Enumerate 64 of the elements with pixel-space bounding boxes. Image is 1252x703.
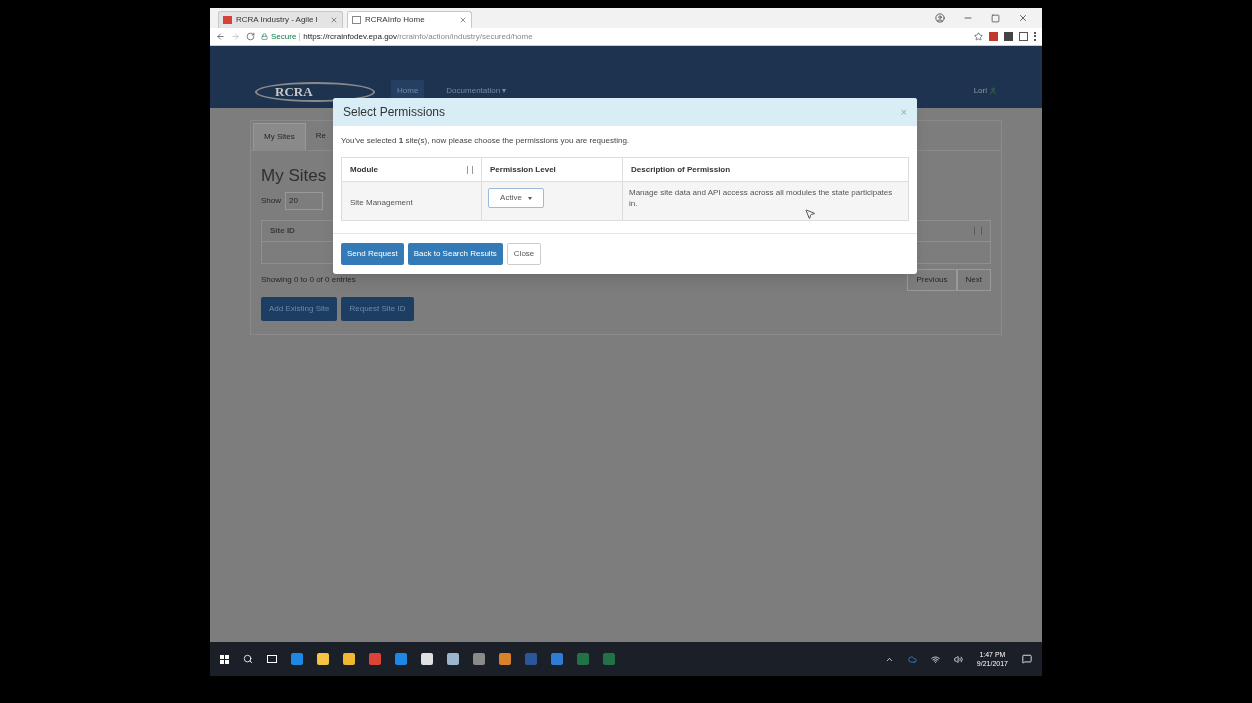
- notification-icon[interactable]: [1022, 654, 1032, 664]
- app-icon[interactable]: [291, 653, 303, 665]
- maximize-icon[interactable]: [991, 13, 1000, 23]
- speaker-icon[interactable]: [953, 654, 963, 664]
- dialog-message: You've selected 1 site(s), now please choose the permissions you are requesting.: [341, 135, 631, 147]
- dialog-button[interactable]: Back to Search Results: [407, 243, 503, 265]
- page-heading: My Sites: [261, 165, 327, 187]
- app-icon[interactable]: [499, 653, 511, 665]
- action-button[interactable]: Add Existing Site: [261, 296, 338, 321]
- star-icon[interactable]: [974, 32, 983, 41]
- close-icon[interactable]: [330, 16, 338, 24]
- page-size-select[interactable]: 20: [285, 191, 323, 210]
- dialog-button[interactable]: Send Request: [341, 243, 404, 265]
- dialog-button[interactable]: Close: [506, 243, 542, 265]
- tab-title: RCRAInfo Home: [365, 14, 426, 26]
- app-icon[interactable]: [343, 653, 355, 665]
- back-icon[interactable]: [216, 32, 225, 41]
- cursor-icon: [804, 208, 816, 220]
- browser-tab[interactable]: RCRAInfo Home: [347, 11, 472, 28]
- app-icon[interactable]: [473, 653, 485, 665]
- search-icon[interactable]: [243, 654, 253, 664]
- dialog-title: Select Permissions: [343, 104, 446, 121]
- network-icon[interactable]: [930, 654, 940, 664]
- tab-title: RCRA Industry - Agile I: [236, 14, 319, 26]
- app-icon[interactable]: [577, 653, 589, 665]
- column-header[interactable]: Module: [342, 158, 482, 181]
- app-icon[interactable]: [317, 653, 329, 665]
- app-icon[interactable]: [421, 653, 433, 665]
- caret-icon: [527, 196, 532, 200]
- windows-logo-icon[interactable]: [220, 654, 229, 664]
- reload-icon[interactable]: [246, 32, 255, 41]
- table-cell-text: Manage site data and API access across all modules the state participates in.: [629, 187, 894, 209]
- app-icon[interactable]: [395, 653, 407, 665]
- user-icon: [989, 87, 997, 95]
- url-text: https://rcrainfodev.epa.gov/rcrainfo/action/industry/secured/home: [303, 30, 533, 43]
- task-view-icon[interactable]: [267, 655, 277, 663]
- address-field[interactable]: Secure https://rcrainfodev.epa.gov/rcrainfo/action/industry/secured/home: [261, 30, 968, 43]
- close-icon[interactable]: [1018, 13, 1028, 23]
- sort-icon[interactable]: [974, 226, 982, 235]
- close-icon[interactable]: [459, 16, 467, 24]
- action-button[interactable]: Request Site ID: [341, 296, 414, 321]
- column-header[interactable]: Site ID: [270, 224, 295, 237]
- secure-label: Secure: [271, 30, 297, 43]
- cloud-icon[interactable]: [907, 654, 917, 664]
- app-icon[interactable]: [447, 653, 459, 665]
- table-cell: Site Management: [350, 198, 413, 207]
- app-icon[interactable]: [551, 653, 563, 665]
- app-icon[interactable]: [369, 653, 381, 665]
- show-label: Show: [261, 194, 281, 207]
- page-tab[interactable]: My Sites: [253, 123, 306, 150]
- column-header[interactable]: Permission Level: [482, 158, 623, 181]
- favicon-icon: [223, 16, 232, 24]
- profile-icon[interactable]: [935, 13, 945, 23]
- browser-tab[interactable]: RCRA Industry - Agile I: [218, 11, 343, 28]
- favicon-icon: [352, 16, 361, 24]
- lock-icon: [261, 33, 268, 40]
- column-header[interactable]: Description of Permission: [623, 158, 908, 181]
- nav-link[interactable]: Documentation ▾: [440, 80, 513, 102]
- user-menu[interactable]: Lori: [973, 80, 997, 102]
- page-tab[interactable]: Re: [305, 123, 336, 150]
- sort-icon[interactable]: [467, 165, 473, 174]
- pager-button[interactable]: Next: [956, 268, 991, 291]
- permission-select[interactable]: Active: [488, 188, 544, 208]
- app-icon[interactable]: [603, 653, 615, 665]
